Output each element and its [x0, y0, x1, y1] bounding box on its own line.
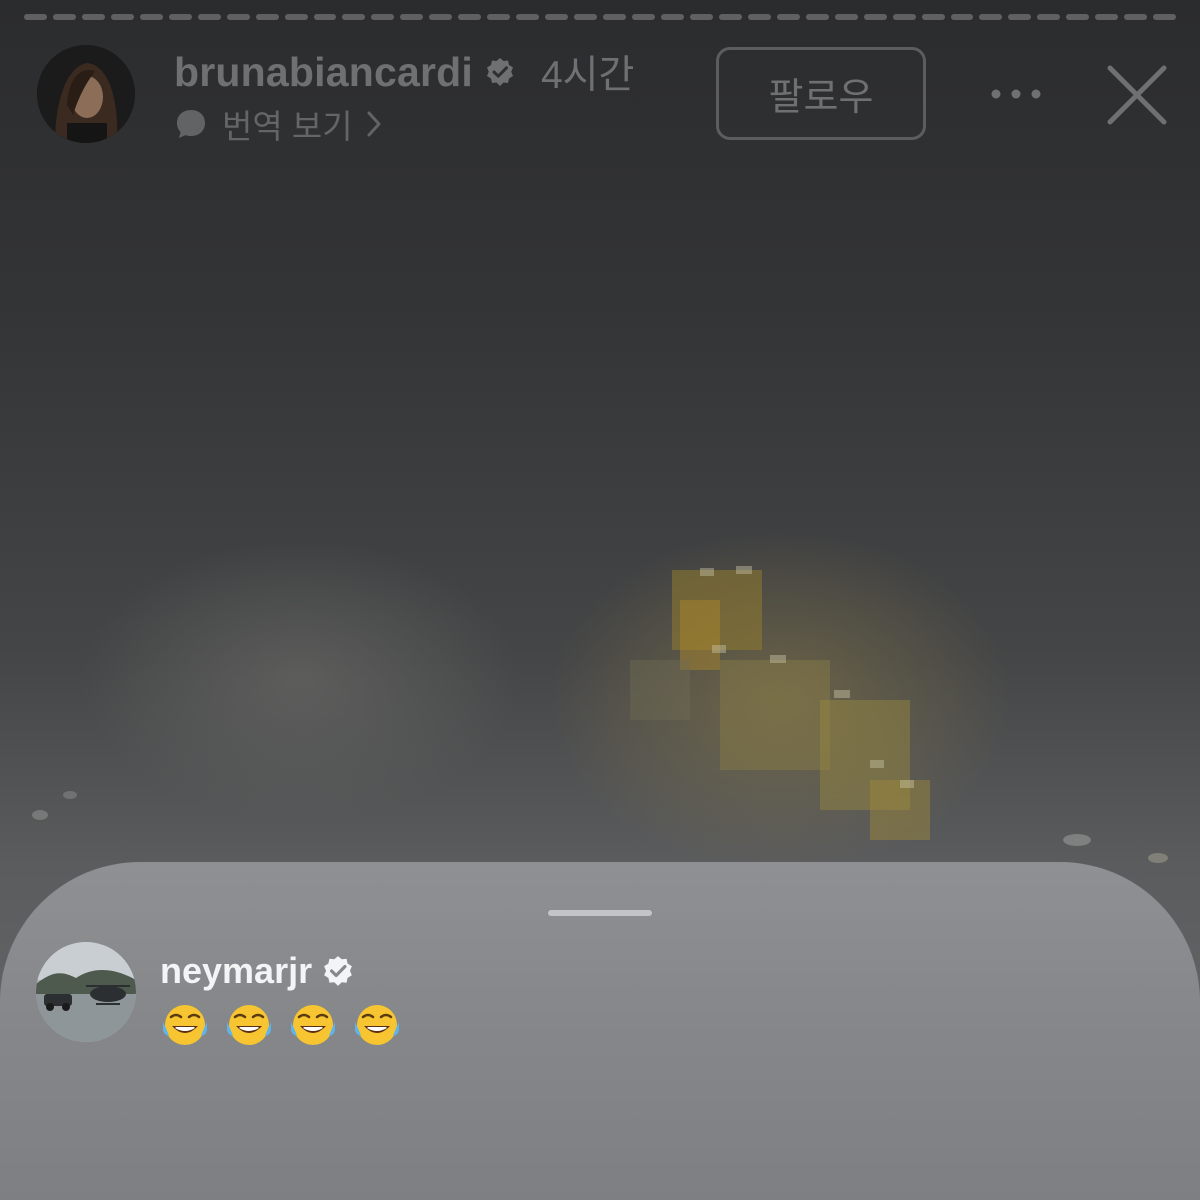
speech-bubble-icon	[177, 110, 205, 138]
sheet-drag-handle[interactable]	[548, 910, 652, 916]
tears-of-joy-emoji-icon	[227, 1005, 271, 1045]
tears-of-joy-emoji-icon	[355, 1005, 399, 1045]
story-timestamp: 4시간	[540, 54, 635, 97]
comment-text: 😂😂😂😂	[160, 1000, 402, 1050]
translate-label: 번역 보기	[222, 108, 353, 145]
close-icon[interactable]	[1104, 62, 1170, 128]
tears-of-joy-emoji-icon	[163, 1005, 207, 1045]
story-author-avatar[interactable]	[37, 45, 135, 143]
verified-badge-icon	[324, 956, 352, 986]
comment-author-username[interactable]: neymarjr	[160, 950, 312, 992]
follow-button[interactable]: 팔로우	[716, 47, 926, 140]
tears-of-joy-emoji-icon	[291, 1005, 335, 1045]
story-author-row: brunabiancardi 4시간	[174, 44, 634, 100]
comment-sheet: neymarjr 😂😂😂😂	[0, 862, 1200, 1200]
more-dots-icon[interactable]	[990, 84, 1042, 104]
comment-author-row: neymarjr	[160, 950, 354, 992]
story-header: brunabiancardi 4시간 번역 보기 팔로우	[0, 0, 1200, 160]
chevron-right-icon	[367, 111, 381, 137]
verified-badge-icon	[486, 58, 513, 86]
translate-link[interactable]: 번역 보기	[174, 100, 383, 148]
comment-author-avatar[interactable]	[36, 942, 136, 1042]
story-author-username[interactable]: brunabiancardi	[174, 49, 473, 96]
